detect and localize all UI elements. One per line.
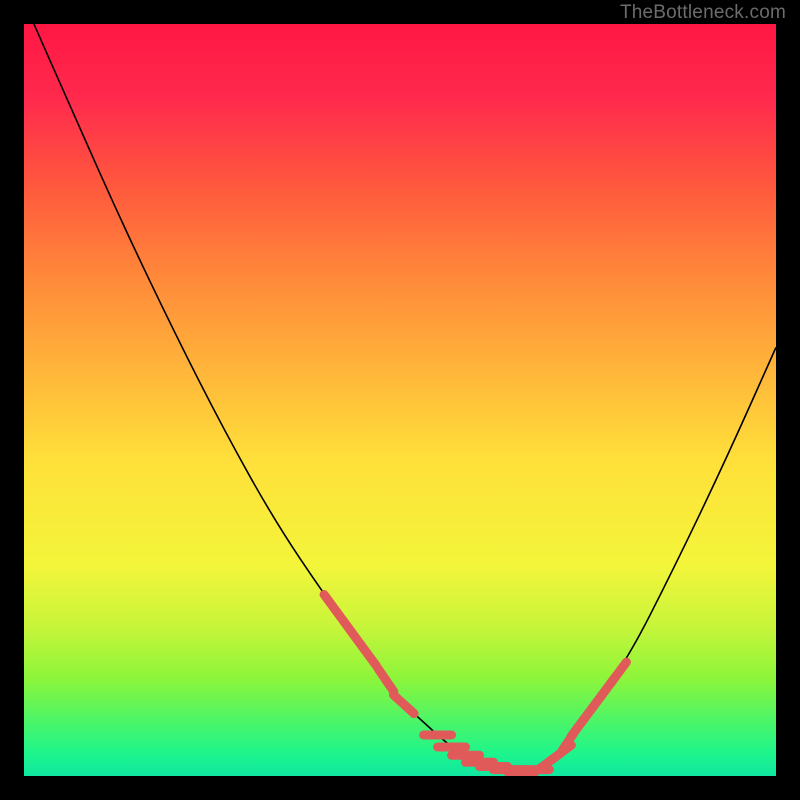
gradient-background xyxy=(24,24,776,776)
chart-frame: TheBottleneck.com xyxy=(0,0,800,800)
watermark-text: TheBottleneck.com xyxy=(620,2,786,24)
